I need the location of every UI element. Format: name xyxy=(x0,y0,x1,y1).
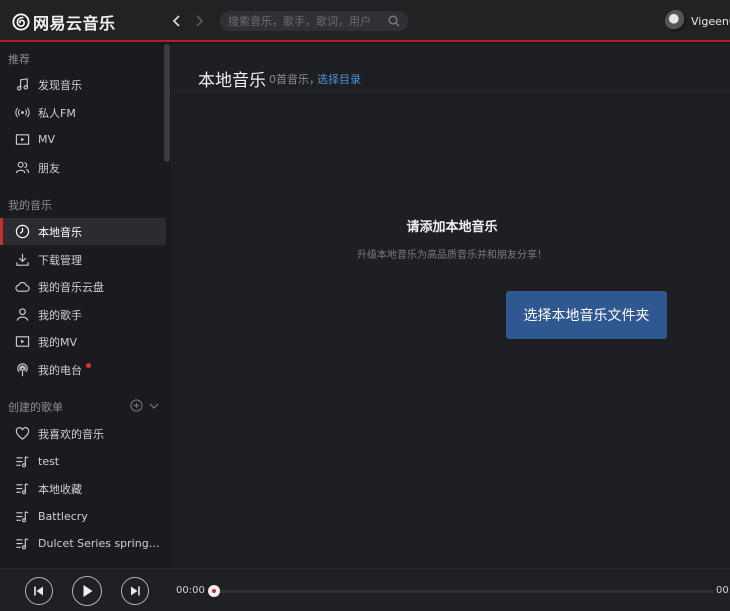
sidebar-item-playlist[interactable]: test xyxy=(0,448,166,475)
sidebar-item-label: 朋友 xyxy=(38,161,60,175)
netease-logo-icon xyxy=(12,13,30,31)
video-icon xyxy=(15,336,30,347)
sidebar-item-label: MV xyxy=(38,133,56,146)
track-count: 0首音乐， xyxy=(269,73,320,86)
friends-icon xyxy=(15,161,30,174)
section-title-created-playlists: 创建的歌单 xyxy=(8,401,63,414)
sidebar-item-label: 下载管理 xyxy=(38,253,82,267)
sidebar-item-my-mv[interactable]: 我的MV xyxy=(0,328,166,355)
progress-bar[interactable] xyxy=(214,590,714,593)
forward-button[interactable] xyxy=(190,12,208,30)
progress-handle[interactable] xyxy=(208,585,220,597)
sidebar-item-label: Battlecry xyxy=(38,510,88,523)
sidebar-item-label: 发现音乐 xyxy=(38,78,82,92)
app-logo[interactable]: 网易云音乐 xyxy=(12,10,116,34)
sidebar-item-personal-fm[interactable]: 私人FM xyxy=(0,99,166,126)
download-icon xyxy=(16,253,29,266)
empty-state-subtitle: 升级本地音乐为高品质音乐并和朋友分享！ xyxy=(357,250,547,261)
chevron-right-icon xyxy=(196,15,204,27)
sidebar-item-label: 我的歌手 xyxy=(38,308,82,322)
sidebar-item-discover-music[interactable]: 发现音乐 xyxy=(0,71,166,98)
current-time: 00:00 xyxy=(176,585,205,596)
player-bar: 00:00 00: xyxy=(0,568,730,611)
choose-directory-link[interactable]: 选择目录 xyxy=(317,71,361,87)
search-box xyxy=(220,11,408,31)
chevron-down-icon[interactable] xyxy=(148,400,160,412)
section-title-my-music: 我的音乐 xyxy=(8,199,52,212)
video-icon xyxy=(15,134,30,145)
sidebar-item-playlist[interactable]: 本地收藏 xyxy=(0,475,166,502)
avatar[interactable] xyxy=(665,10,687,32)
notification-dot xyxy=(86,363,91,368)
playlist-icon xyxy=(16,538,29,550)
heart-icon xyxy=(15,427,30,440)
back-button[interactable] xyxy=(168,12,186,30)
sidebar-item-local-music[interactable]: 本地音乐 xyxy=(0,218,166,245)
sidebar-item-label: 我的电台 xyxy=(38,363,82,377)
sidebar-item-mv[interactable]: MV xyxy=(0,126,166,153)
chevron-left-icon xyxy=(172,15,180,27)
skip-previous-icon xyxy=(34,586,43,596)
play-button[interactable] xyxy=(72,576,102,606)
sidebar-item-label: Dulcet Series spring sp... xyxy=(38,537,163,550)
playlist-icon xyxy=(16,511,29,523)
sidebar-item-playlist[interactable]: Battlecry xyxy=(0,503,166,530)
playlist-icon xyxy=(16,456,29,468)
app-name: 网易云音乐 xyxy=(33,14,116,33)
search-icon[interactable] xyxy=(388,15,400,27)
sidebar-item-label: 本地音乐 xyxy=(38,225,82,239)
page-title: 本地音乐 xyxy=(198,71,266,91)
total-time: 00: xyxy=(716,585,730,596)
playlist-actions xyxy=(130,399,160,412)
next-track-button[interactable] xyxy=(121,577,149,605)
sidebar-item-downloads[interactable]: 下载管理 xyxy=(0,246,166,273)
music-note-icon xyxy=(16,78,29,91)
sidebar-item-my-radio[interactable]: 我的电台 xyxy=(0,356,166,383)
sidebar-item-friends[interactable]: 朋友 xyxy=(0,154,166,181)
empty-state-title: 请添加本地音乐 xyxy=(406,220,498,235)
section-title-recommend: 推荐 xyxy=(8,53,30,66)
playlist-icon xyxy=(16,483,29,495)
sidebar-item-liked-music[interactable]: 我喜欢的音乐 xyxy=(0,420,166,447)
clock-icon xyxy=(15,224,30,239)
previous-track-button[interactable] xyxy=(25,577,53,605)
choose-local-folder-button[interactable]: 选择本地音乐文件夹 xyxy=(506,291,667,339)
sidebar-item-label: 私人FM xyxy=(38,106,76,120)
sidebar-item-my-singers[interactable]: 我的歌手 xyxy=(0,301,166,328)
add-circle-icon[interactable] xyxy=(130,399,143,412)
skip-next-icon xyxy=(131,586,140,596)
search-input[interactable] xyxy=(228,11,388,31)
sidebar-item-playlist[interactable]: Dulcet Series spring sp... xyxy=(0,530,166,557)
sidebar-item-label: 本地收藏 xyxy=(38,482,82,496)
sidebar-item-label: 我的音乐云盘 xyxy=(38,280,104,294)
sidebar-item-label: test xyxy=(38,455,60,468)
play-icon xyxy=(83,585,92,597)
radio-signal-icon xyxy=(15,107,30,118)
username[interactable]: VigeenC xyxy=(691,15,730,28)
sidebar-item-label: 我的MV xyxy=(38,335,78,349)
cloud-icon xyxy=(15,282,30,292)
main-content: 本地音乐 0首音乐， 选择目录 请添加本地音乐 升级本地音乐为高品质音乐并和朋友… xyxy=(174,44,730,568)
main-header: 本地音乐 0首音乐， 选择目录 xyxy=(174,44,730,92)
singer-icon xyxy=(16,308,29,321)
podcast-icon xyxy=(17,363,28,377)
sidebar-item-cloud-disk[interactable]: 我的音乐云盘 xyxy=(0,273,166,300)
top-bar: 网易云音乐 VigeenC xyxy=(0,0,730,42)
user-profile[interactable]: VigeenC xyxy=(665,10,730,32)
sidebar: 推荐 发现音乐 私人FM MV 朋友 我的音乐 本地音乐 下载管理 我的音乐云盘… xyxy=(0,44,173,568)
sidebar-item-label: 我喜欢的音乐 xyxy=(38,427,104,441)
